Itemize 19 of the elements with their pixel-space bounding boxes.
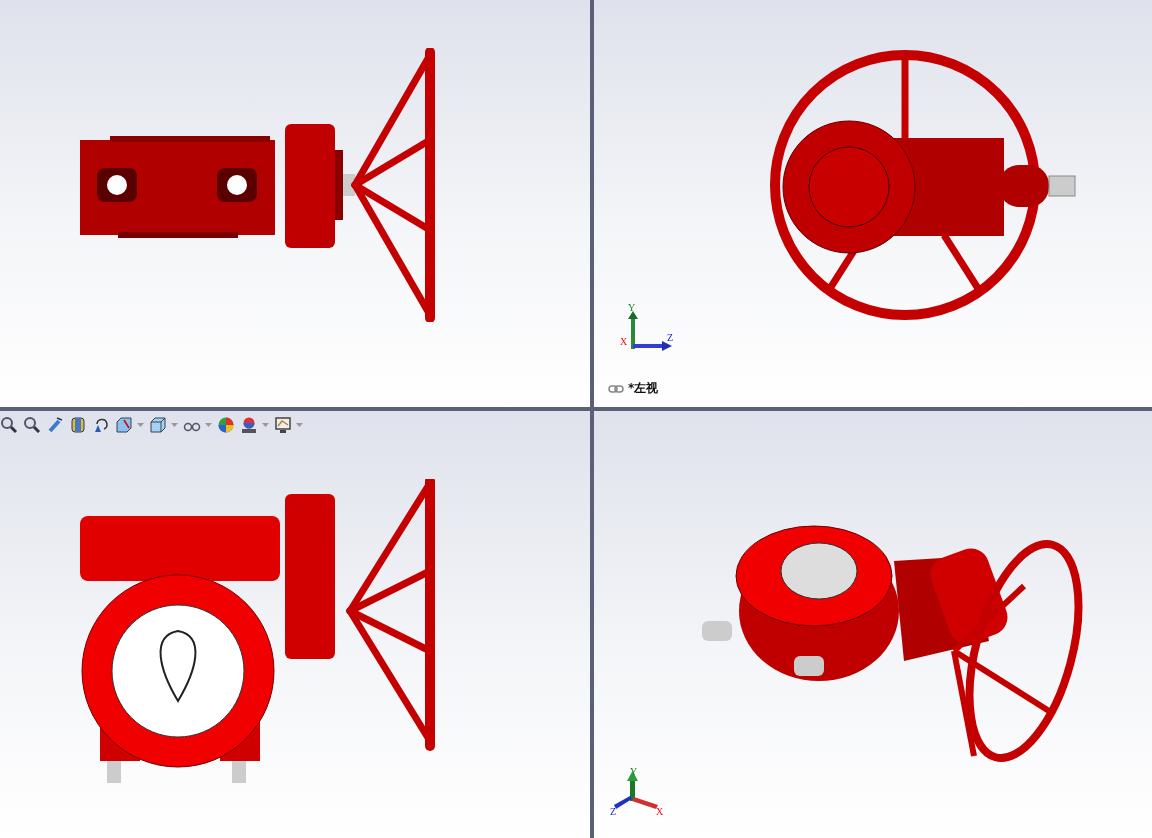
link-icon — [608, 384, 624, 393]
monitor-icon[interactable] — [274, 416, 292, 434]
axis-label: X — [656, 807, 664, 817]
axis-label: Z — [667, 333, 674, 343]
wand-icon[interactable] — [46, 416, 64, 434]
ball-icon[interactable] — [217, 416, 235, 434]
cylinder-icon[interactable] — [69, 416, 87, 434]
section-icon[interactable] — [115, 416, 133, 434]
axis-label: Z — [610, 807, 617, 817]
zoom-icon[interactable] — [0, 416, 18, 434]
scene-icon[interactable] — [240, 416, 258, 434]
zoom-icon[interactable] — [23, 416, 41, 434]
rotate-icon[interactable] — [92, 416, 110, 434]
axis-triad-drawing — [626, 311, 672, 351]
axis-label: X — [620, 337, 628, 347]
axis-label: Y — [628, 303, 636, 313]
cube-icon[interactable] — [149, 416, 167, 434]
axis-label: Y — [630, 767, 638, 777]
view-name: *左视 — [628, 380, 659, 397]
